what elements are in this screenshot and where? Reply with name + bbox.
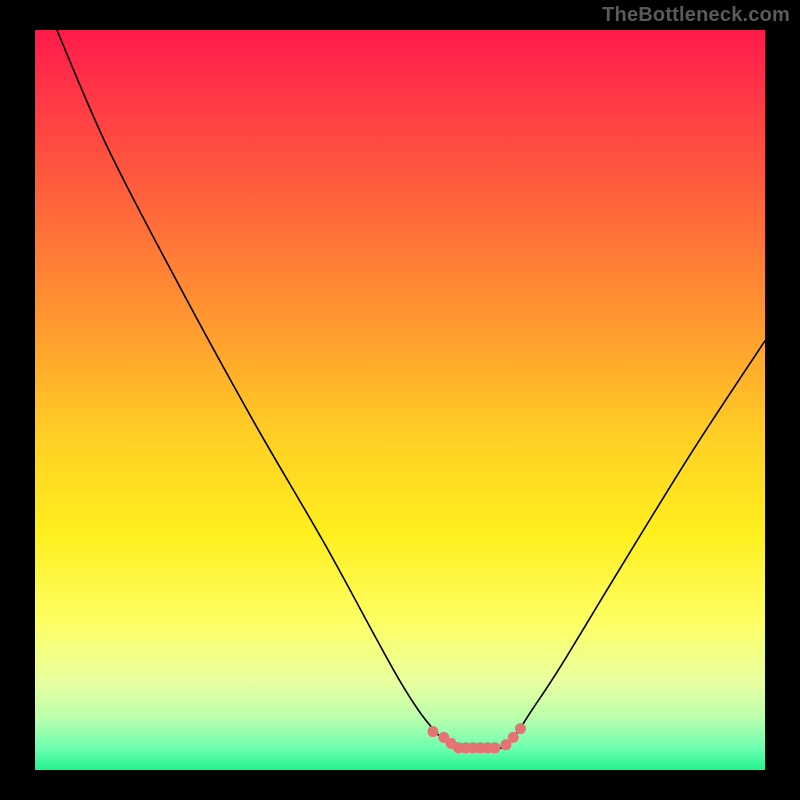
bottleneck-curve xyxy=(57,30,765,749)
plot-area xyxy=(35,30,765,770)
optimal-dot xyxy=(427,726,438,737)
optimal-dot xyxy=(508,732,519,743)
optimal-zone-dots xyxy=(427,723,526,753)
curve-path xyxy=(57,30,765,749)
optimal-dot xyxy=(489,742,500,753)
curve-layer xyxy=(35,30,765,770)
optimal-dot xyxy=(515,723,526,734)
watermark-text: TheBottleneck.com xyxy=(602,4,790,27)
chart-frame: TheBottleneck.com xyxy=(0,0,800,800)
